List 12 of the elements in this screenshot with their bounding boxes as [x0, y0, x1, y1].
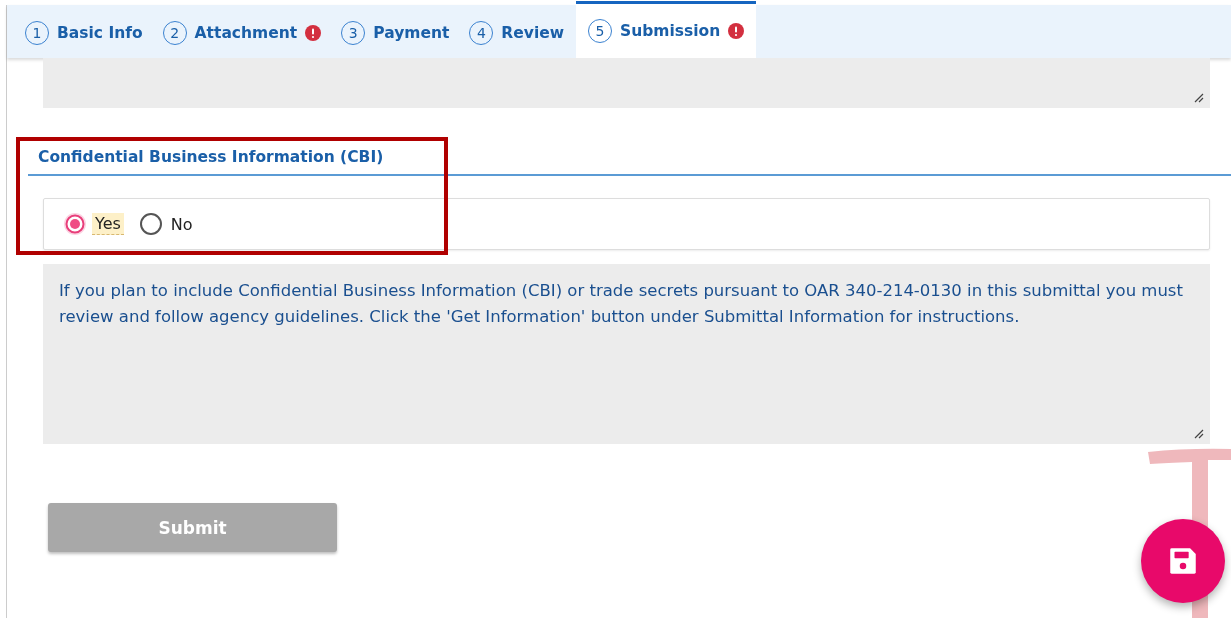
step-tab[interactable]: 1 Basic Info	[17, 5, 155, 58]
step-tab[interactable]: 3 Payment	[333, 5, 462, 58]
info-text-area[interactable]	[43, 264, 1210, 444]
resize-grip-icon[interactable]	[1194, 93, 1204, 103]
step-tab[interactable]: 2 Attachment	[154, 5, 334, 58]
section-heading: Confidential Business Information (CBI)	[28, 134, 1231, 176]
radio-option[interactable]: No	[139, 213, 196, 235]
step-tab[interactable]: 4 Review	[461, 5, 577, 58]
info-text: If you plan to include Confidential Business Information (CBI) or trade secrets pursuant to OAR 340-214-0130 in this submittal you must review and follow agency guidelines. Click the 'Get Information' button under Submittal Information for instructions.	[59, 281, 1183, 327]
save-button[interactable]	[1141, 519, 1225, 603]
resize-grip-icon[interactable]	[1194, 429, 1204, 439]
step-tab[interactable]: 5 Submission	[576, 1, 757, 58]
